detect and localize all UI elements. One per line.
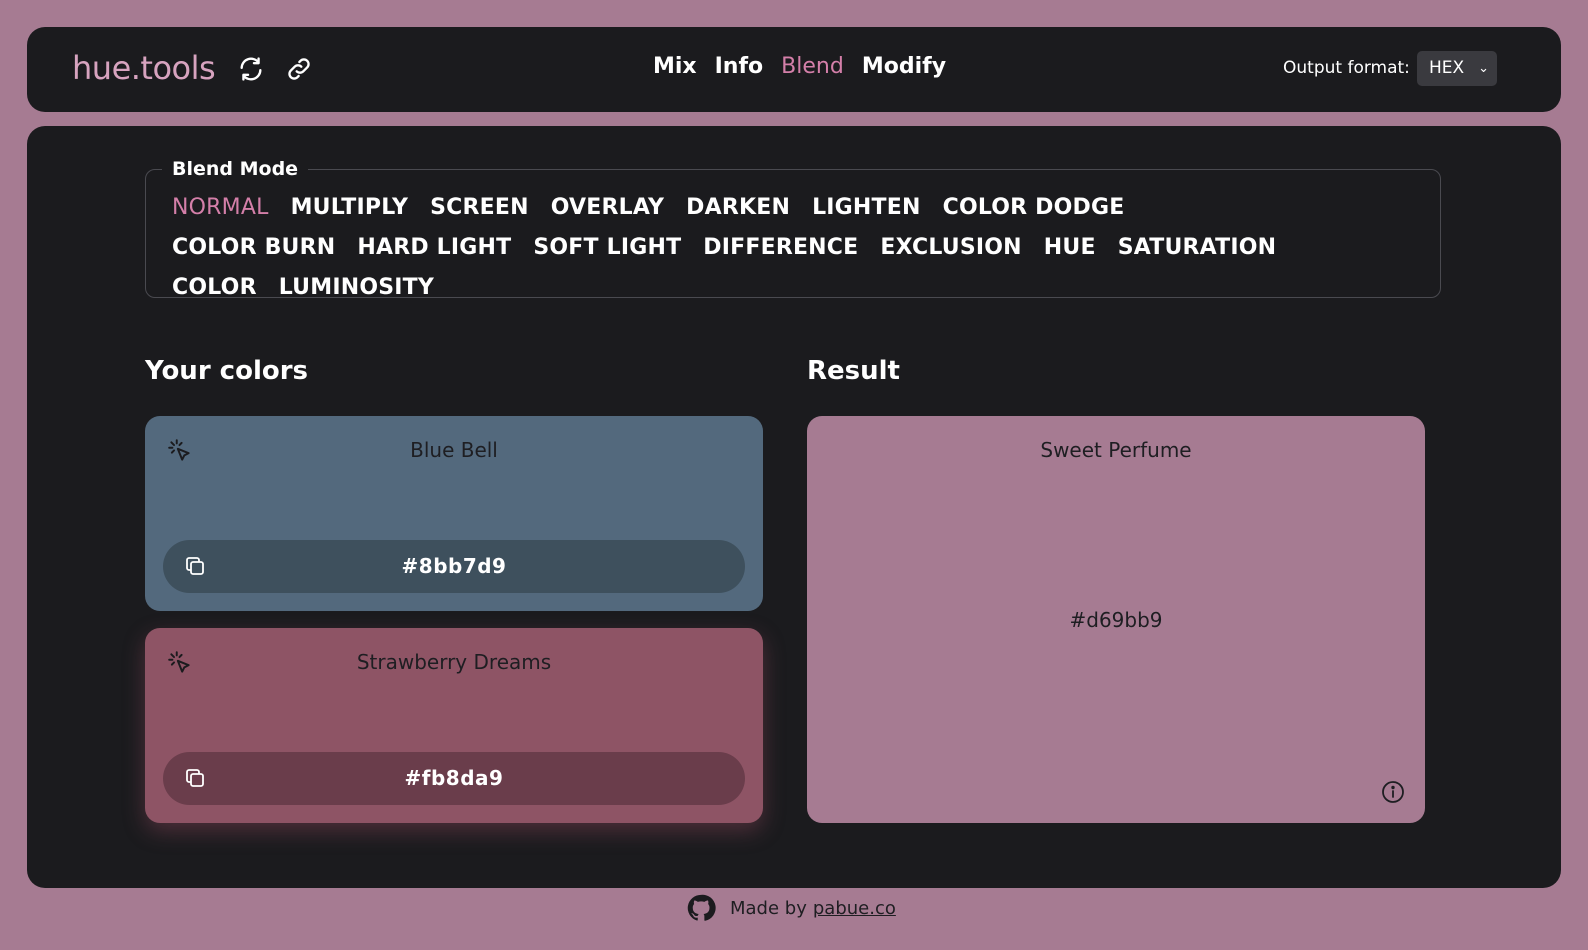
output-format-label: Output format: — [1283, 58, 1410, 78]
nav-info[interactable]: Info — [715, 54, 764, 79]
output-format-value: HEX — [1429, 58, 1465, 78]
hex-value[interactable]: #8bb7d9 — [163, 554, 745, 578]
chevron-down-icon: ⌄ — [1478, 61, 1489, 76]
color-card-2: Strawberry Dreams #fb8da9 — [145, 628, 763, 823]
github-icon[interactable] — [686, 893, 716, 923]
blend-mode-color[interactable]: COLOR — [172, 274, 257, 301]
hex-bar[interactable]: #fb8da9 — [163, 752, 745, 805]
top-bar: hue.tools Mix Info Blend Modify Output f… — [27, 27, 1561, 112]
footer-link[interactable]: pabue.co — [813, 898, 896, 919]
blend-mode-legend: Blend Mode — [172, 158, 299, 180]
main-nav: Mix Info Blend Modify — [653, 54, 946, 79]
blend-mode-exclusion[interactable]: EXCLUSION — [880, 234, 1021, 261]
main-panel: Blend Mode NORMAL MULTIPLY SCREEN OVERLAY DA… — [27, 126, 1561, 888]
blend-mode-list: NORMAL MULTIPLY SCREEN OVERLAY DARKEN LIGHTEN… — [172, 194, 1292, 301]
link-icon[interactable] — [285, 55, 313, 83]
color-name: Blue Bell — [410, 438, 498, 462]
blend-mode-multiply[interactable]: MULTIPLY — [291, 194, 409, 221]
blend-mode-color-burn[interactable]: COLOR BURN — [172, 234, 335, 261]
result-color-name: Sweet Perfume — [1040, 438, 1192, 462]
hex-value[interactable]: #fb8da9 — [163, 766, 745, 790]
blend-mode-group: Blend Mode NORMAL MULTIPLY SCREEN OVERLAY DA… — [145, 158, 1441, 301]
blend-mode-hue[interactable]: HUE — [1044, 234, 1096, 261]
footer: Made by pabue.co — [686, 893, 896, 923]
blend-mode-darken[interactable]: DARKEN — [686, 194, 790, 221]
result-card: Sweet Perfume #d69bb9 — [807, 416, 1425, 823]
nav-blend[interactable]: Blend — [781, 54, 844, 79]
blend-mode-difference[interactable]: DIFFERENCE — [703, 234, 858, 261]
blend-mode-lighten[interactable]: LIGHTEN — [812, 194, 921, 221]
blend-mode-luminosity[interactable]: LUMINOSITY — [279, 274, 434, 301]
blend-mode-saturation[interactable]: SATURATION — [1118, 234, 1277, 261]
refresh-icon[interactable] — [237, 55, 265, 83]
blend-mode-soft-light[interactable]: SOFT LIGHT — [533, 234, 681, 261]
color-name: Strawberry Dreams — [356, 650, 552, 674]
blend-mode-normal[interactable]: NORMAL — [172, 194, 269, 221]
blend-mode-screen[interactable]: SCREEN — [430, 194, 529, 221]
blend-mode-overlay[interactable]: OVERLAY — [551, 194, 664, 221]
logo[interactable]: hue.tools — [72, 49, 216, 87]
result-hex-value[interactable]: #d69bb9 — [807, 608, 1425, 632]
info-icon[interactable] — [1381, 780, 1405, 804]
result-title: Result — [807, 356, 900, 386]
color-card-1: Blue Bell #8bb7d9 — [145, 416, 763, 611]
footer-made-by: Made by — [730, 897, 807, 919]
hex-bar[interactable]: #8bb7d9 — [163, 540, 745, 593]
blend-mode-hard-light[interactable]: HARD LIGHT — [357, 234, 511, 261]
output-format-select[interactable]: HEX ⌄ — [1417, 51, 1497, 86]
nav-modify[interactable]: Modify — [862, 54, 946, 79]
your-colors-title: Your colors — [145, 356, 309, 386]
nav-mix[interactable]: Mix — [653, 54, 697, 79]
blend-mode-color-dodge[interactable]: COLOR DODGE — [943, 194, 1125, 221]
